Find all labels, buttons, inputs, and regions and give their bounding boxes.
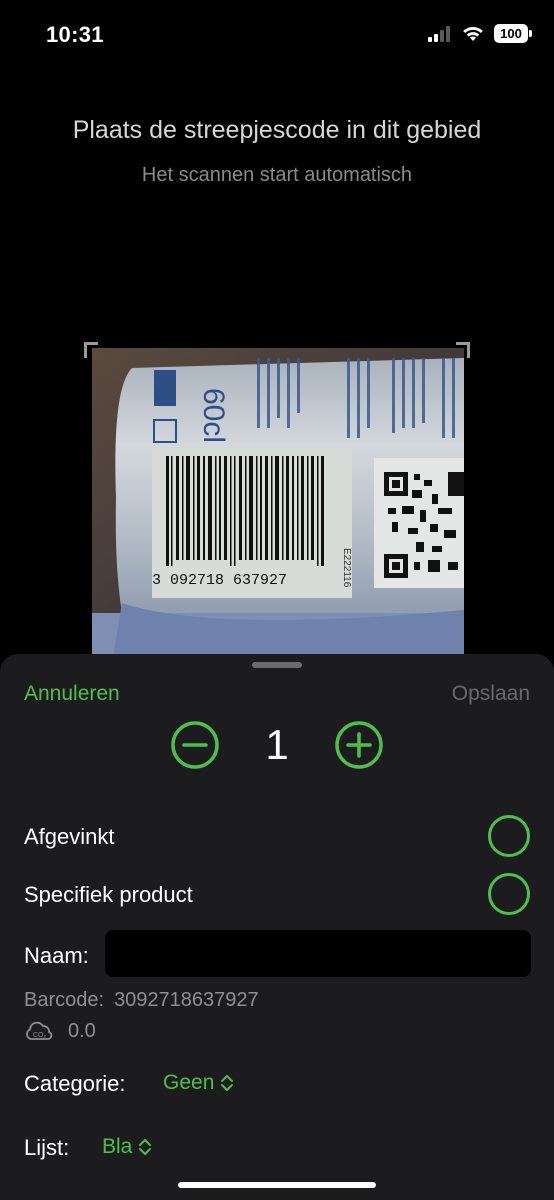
sheet-grabber[interactable] [252, 662, 302, 668]
category-select[interactable]: Geen [163, 1071, 234, 1095]
checked-toggle[interactable] [488, 815, 530, 857]
save-button[interactable]: Opslaan [452, 682, 530, 706]
scan-instruction-title: Plaats de streepjescode in dit gebied [72, 116, 482, 144]
camera-preview: 3 092718 637927 E222116 60cl [92, 348, 464, 662]
name-label: Naam: [24, 943, 89, 968]
battery-icon: 100 [494, 24, 532, 43]
status-time: 10:31 [46, 22, 104, 47]
chevron-up-down-icon [221, 1075, 234, 1091]
minus-circle-icon[interactable] [170, 720, 220, 770]
home-indicator [178, 1182, 376, 1188]
quantity-stepper: 1 [0, 716, 554, 776]
specific-product-label: Specifiek product [24, 882, 193, 907]
status-icons: 100 [428, 24, 532, 43]
battery-level: 100 [494, 24, 528, 43]
barcode-info: Barcode: 3092718637927 [24, 989, 259, 1012]
checked-label: Afgevinkt [24, 824, 115, 849]
barcode-digits: 3 092718 637927 [152, 572, 287, 589]
qr-code-graphic [374, 458, 464, 588]
category-value: Geen [163, 1071, 215, 1094]
category-label: Categorie: [24, 1071, 126, 1096]
chevron-up-down-icon [139, 1139, 152, 1155]
scan-area[interactable]: 3 092718 637927 E222116 60cl [84, 342, 470, 662]
barcode-value: 3092718637927 [114, 989, 259, 1011]
volume-text: 60cl [197, 388, 230, 443]
co2-info: CO₂ 0.0 [24, 1018, 96, 1044]
plus-circle-icon[interactable] [334, 720, 384, 770]
co2-cloud-icon: CO₂ [26, 1021, 53, 1040]
status-bar: 10:31 100 [0, 0, 554, 70]
lot-code: E222116 [341, 548, 352, 588]
list-select[interactable]: Bla [102, 1135, 152, 1159]
specific-product-toggle[interactable] [488, 873, 530, 915]
signal-icon [428, 25, 450, 42]
quantity-value: 1 [265, 721, 289, 768]
scan-instruction-subtitle: Het scannen start automatisch [141, 164, 413, 186]
wifi-icon [463, 26, 483, 41]
name-input[interactable] [105, 930, 531, 977]
list-label: Lijst: [24, 1135, 70, 1160]
co2-value: 0.0 [68, 1019, 96, 1042]
barcode-label: Barcode: [24, 989, 105, 1011]
add-item-sheet: Annuleren Opslaan 1 Afgevinkt Specifiek … [0, 654, 554, 1200]
svg-text:CO₂: CO₂ [33, 1032, 47, 1039]
list-value: Bla [102, 1135, 133, 1158]
cancel-button[interactable]: Annuleren [24, 682, 120, 706]
